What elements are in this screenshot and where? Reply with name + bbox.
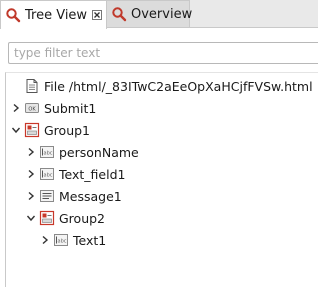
message-icon: [39, 188, 55, 204]
filter-input[interactable]: [8, 42, 318, 64]
tree-node-label: personName: [59, 144, 139, 160]
svg-text:abc: abc: [44, 151, 53, 157]
file-icon: [24, 78, 40, 94]
tree-node-label: Text_field1: [59, 166, 126, 182]
chevron-right-icon[interactable]: [39, 229, 51, 251]
tree-view-panel: Tree View Overview type filter text File…: [0, 0, 318, 287]
text-field-icon: abc: [39, 166, 55, 182]
chevron-right-icon[interactable]: [25, 141, 37, 163]
tab-overview-label: Overview: [131, 6, 193, 22]
tree-node-label: Message1: [59, 188, 122, 204]
tree-node-personname[interactable]: abc personName: [25, 141, 139, 163]
tree-node-label: Group1: [44, 122, 91, 138]
tree: File /html/_83ITwC2aEeOpXaHCjfFVSw.html …: [5, 72, 318, 287]
tree-node-submit1[interactable]: OK Submit1: [10, 97, 96, 119]
svg-text:abc: abc: [58, 239, 67, 245]
button-widget-icon: OK: [24, 100, 40, 116]
search-icon: [5, 7, 21, 23]
tree-node-label: Text1: [73, 232, 107, 248]
group-icon: [39, 210, 55, 226]
chevron-down-icon[interactable]: [25, 207, 37, 229]
chevron-down-icon[interactable]: [10, 119, 22, 141]
close-icon[interactable]: [92, 10, 102, 20]
tree-node-label: Submit1: [44, 100, 97, 116]
tab-tree-view-label: Tree View: [25, 7, 88, 23]
text-field-icon: abc: [39, 144, 55, 160]
tab-overview[interactable]: Overview: [107, 0, 193, 28]
chevron-right-icon[interactable]: [25, 163, 37, 185]
tree-node-text1[interactable]: abc Text1: [39, 229, 106, 251]
group-icon: [24, 122, 40, 138]
tree-node-label: File /html/_83ITwC2aEeOpXaHCjfFVSw.html: [44, 78, 313, 94]
text-field-icon: abc: [53, 232, 69, 248]
svg-text:OK: OK: [28, 107, 36, 113]
tab-tree-view[interactable]: Tree View: [0, 0, 107, 29]
tree-node-label: Group2: [59, 210, 106, 226]
tree-node-group2[interactable]: Group2: [25, 207, 105, 229]
chevron-right-icon[interactable]: [10, 97, 22, 119]
tree-node-file[interactable]: File /html/_83ITwC2aEeOpXaHCjfFVSw.html: [10, 75, 313, 97]
tree-node-text-field1[interactable]: abc Text_field1: [25, 163, 125, 185]
tree-node-group1[interactable]: Group1: [10, 119, 90, 141]
svg-text:abc: abc: [44, 173, 53, 179]
chevron-right-icon[interactable]: [25, 185, 37, 207]
search-icon: [111, 6, 127, 22]
tab-strip: Tree View Overview: [0, 0, 318, 29]
tree-node-message1[interactable]: Message1: [25, 185, 122, 207]
